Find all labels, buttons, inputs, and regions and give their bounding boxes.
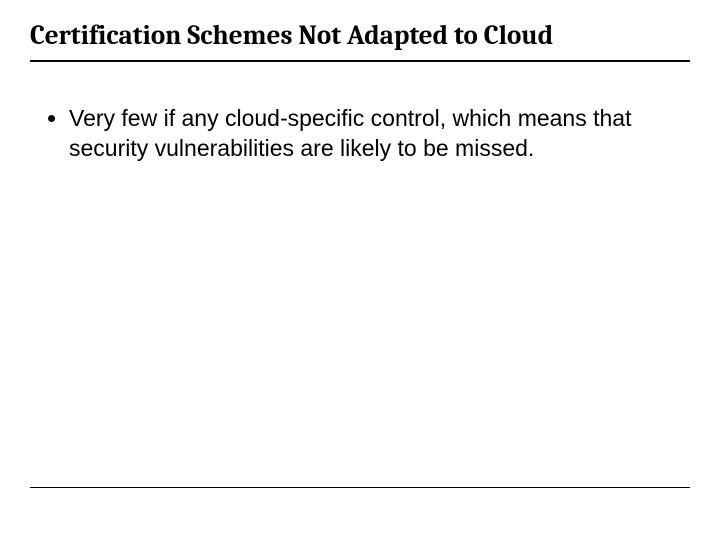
bullet-text: Very few if any cloud-specific control, … [69,104,660,164]
slide-title: Certification Schemes Not Adapted to Clo… [30,20,690,60]
footer-rule [30,487,690,488]
title-underline [30,60,690,62]
slide: Certification Schemes Not Adapted to Clo… [0,0,720,540]
title-area: Certification Schemes Not Adapted to Clo… [30,20,690,62]
list-item: Very few if any cloud-specific control, … [48,104,660,164]
bullet-icon [48,115,55,122]
slide-body: Very few if any cloud-specific control, … [48,104,660,164]
